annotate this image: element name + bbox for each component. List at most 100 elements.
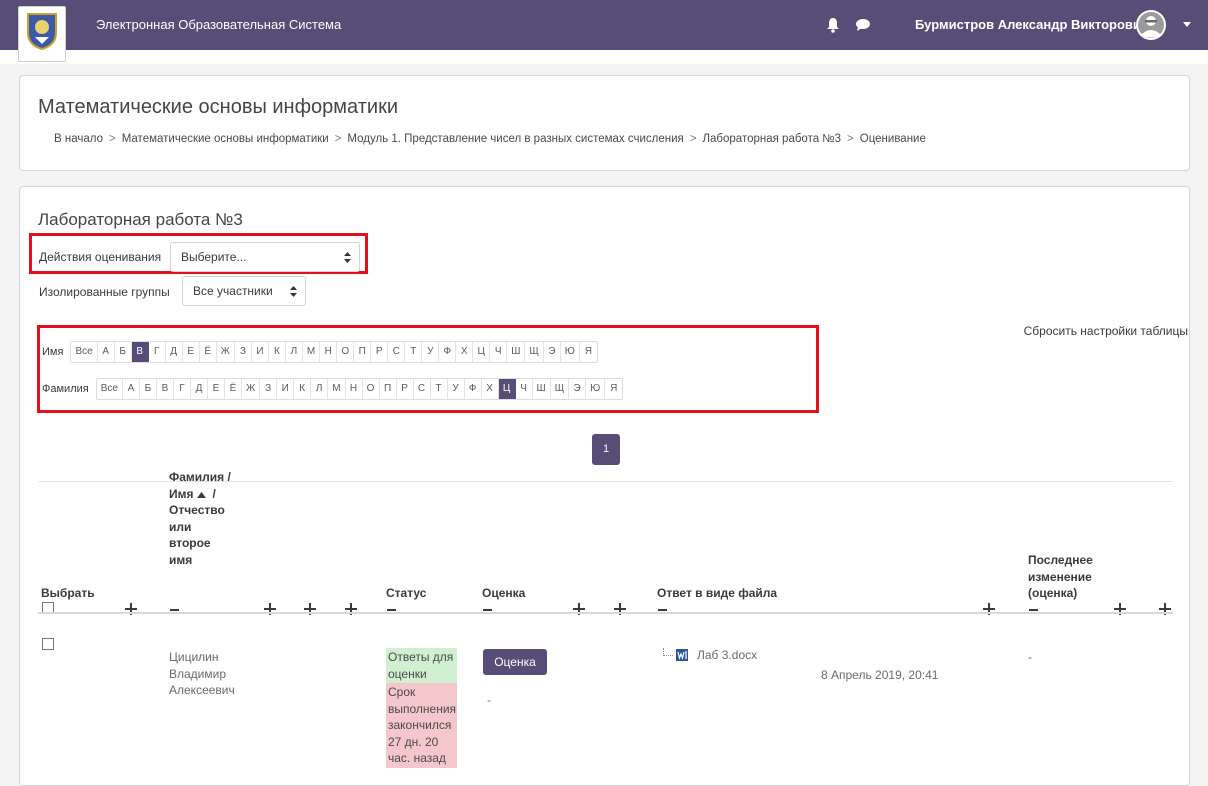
last-initial-letter[interactable]: Все [96,379,123,399]
first-initial-letter[interactable]: Р [371,342,389,362]
last-initial-letter[interactable]: Л [311,379,329,399]
last-initial-letter[interactable]: Ж [241,379,261,399]
first-initial-letter[interactable]: О [337,342,355,362]
minus-icon[interactable] [658,609,667,611]
col-grade-header[interactable]: Оценка [482,585,525,602]
first-initial-letter[interactable]: Е [182,342,200,362]
sort-caret-icon [290,286,297,297]
last-initial-letter[interactable]: Е [207,379,225,399]
student-name[interactable]: Цицилин Владимир Алексеевич [169,649,235,699]
last-initial-letter[interactable]: Ю [586,379,606,399]
first-initial-letter[interactable]: Ч [490,342,508,362]
col-name-header[interactable]: Фамилия / Имя / Отчество или второе имя [169,469,231,568]
first-initial-letter[interactable]: М [302,342,321,362]
first-initial-letter[interactable]: В [131,342,149,362]
last-initial-letter[interactable]: Ц [498,379,516,399]
first-initial-letter[interactable]: С [388,342,406,362]
first-initial-letter[interactable]: З [234,342,252,362]
col-modified-header[interactable]: Последнее изменение (оценка) [1028,552,1093,602]
groups-select[interactable]: Все участники [182,276,306,306]
minus-icon[interactable] [1029,609,1038,611]
user-menu-name[interactable]: Бурмистров Александр Викторович [915,17,1148,32]
first-initial-letter[interactable]: П [354,342,372,362]
last-initial-letter[interactable]: Х [481,379,499,399]
first-name-letter-bar: Все А Б В Г Д Е Ё Ж З И К Л М Н О П Р С Т У Ф Х Ц Ч Ш Щ Э Ю Я [70,341,598,363]
grading-action-label: Действия оценивания [39,250,162,264]
first-initial-letter[interactable]: К [268,342,286,362]
last-initial-letter[interactable]: И [277,379,295,399]
first-initial-letter[interactable]: Л [285,342,303,362]
last-initial-letter[interactable]: Ч [515,379,533,399]
last-initial-letter[interactable]: Н [345,379,363,399]
last-initial-letter[interactable]: Г [173,379,191,399]
last-initial-letter[interactable]: Б [139,379,157,399]
last-initial-letter[interactable]: Ё [224,379,242,399]
first-initial-letter[interactable]: Ю [560,342,580,362]
last-initial-letter[interactable]: Я [605,379,623,399]
breadcrumb-home[interactable]: В начало [54,133,103,145]
status-ok-line: оценки [388,666,427,681]
last-initial-letter[interactable]: О [362,379,380,399]
last-initial-letter[interactable]: М [328,379,346,399]
first-initial-letter[interactable]: И [251,342,269,362]
last-initial-letter[interactable]: Т [430,379,448,399]
last-initial-letter[interactable]: В [156,379,174,399]
first-initial-letter[interactable]: Х [456,342,474,362]
first-initial-letter[interactable]: А [97,342,115,362]
chat-icon[interactable] [855,18,871,32]
first-initial-letter[interactable]: Э [543,342,561,362]
file-name-link[interactable]: Лаб 3.docx [697,648,757,662]
first-initial-letter[interactable]: Ё [199,342,217,362]
first-initial-letter[interactable]: Т [405,342,423,362]
minus-icon[interactable] [170,609,179,611]
first-initial-letter[interactable]: У [422,342,440,362]
first-initial-letter[interactable]: Ф [439,342,457,362]
pagination-page-1[interactable]: 1 [592,434,620,465]
breadcrumb-module[interactable]: Модуль 1. Представление чисел в разных с… [347,133,683,145]
site-name-link[interactable]: Электронная Образовательная Система [96,17,341,32]
col-status-header[interactable]: Статус [386,585,426,602]
col-file-header[interactable]: Ответ в виде файла [657,585,777,602]
first-initial-letter[interactable]: Я [579,342,597,362]
last-initial-letter[interactable]: Ф [464,379,482,399]
breadcrumb: В начало > Математические основы информати… [54,133,926,145]
submitted-file[interactable]: Лаб 3.docx [663,648,757,662]
last-initial-letter[interactable]: С [413,379,431,399]
avatar-icon[interactable] [1135,9,1167,41]
first-initial-letter[interactable]: Н [320,342,338,362]
site-logo[interactable] [18,6,66,62]
tree-connector-icon [663,648,673,656]
first-initial-letter[interactable]: Щ [525,342,544,362]
last-initial-letter[interactable]: Д [190,379,208,399]
first-initial-letter[interactable]: Б [114,342,132,362]
reset-table-link[interactable]: Сбросить настройки таблицы [1024,324,1188,338]
col-select-header: Выбрать [41,586,95,600]
breadcrumb-course[interactable]: Математические основы информатики [122,133,329,145]
bell-icon[interactable] [826,17,840,33]
minus-icon[interactable] [483,609,492,611]
first-initial-letter[interactable]: Д [165,342,183,362]
first-initial-letter[interactable]: Все [71,342,98,362]
breadcrumb-assignment[interactable]: Лабораторная работа №3 [702,133,841,145]
breadcrumb-current[interactable]: Оценивание [860,133,926,145]
last-initial-letter[interactable]: А [122,379,140,399]
last-initial-letter[interactable]: Ш [532,379,551,399]
crest-icon [27,13,57,51]
last-initial-letter[interactable]: Щ [550,379,570,399]
last-initial-letter[interactable]: У [447,379,465,399]
last-initial-letter[interactable]: П [379,379,397,399]
first-initial-letter[interactable]: Г [148,342,166,362]
row-select-checkbox[interactable] [42,638,54,650]
first-initial-letter[interactable]: Ж [216,342,235,362]
last-initial-letter[interactable]: З [260,379,278,399]
minus-icon[interactable] [387,609,396,611]
caret-down-icon[interactable] [1183,22,1191,28]
first-initial-letter[interactable]: Ш [507,342,526,362]
first-initial-letter[interactable]: Ц [473,342,491,362]
grade-button[interactable]: Оценка [483,649,547,675]
last-initial-letter[interactable]: К [294,379,312,399]
grading-action-select[interactable]: Выберите... [170,242,360,272]
grading-panel: Лабораторная работа №3 Действия оцениван… [19,186,1190,786]
last-initial-letter[interactable]: Р [396,379,414,399]
last-initial-letter[interactable]: Э [569,379,587,399]
